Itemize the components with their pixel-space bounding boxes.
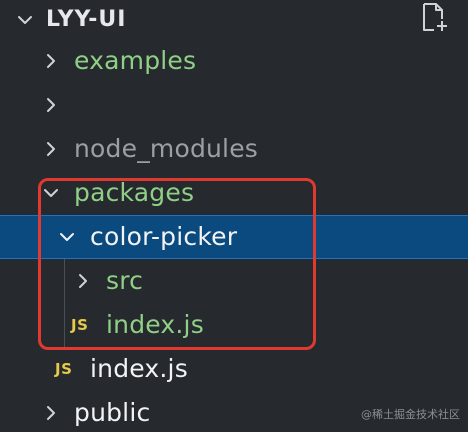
tree-item-label: index.js (90, 354, 188, 383)
tree-item-examples[interactable]: examples (0, 39, 468, 83)
file-explorer: LYY-UI examples node_modules packages co… (0, 0, 468, 432)
explorer-root-title: LYY-UI (46, 7, 127, 32)
chevron-right-icon (40, 94, 62, 116)
chevron-right-icon (40, 50, 62, 72)
explorer-root-row[interactable]: LYY-UI (0, 0, 468, 40)
chevron-down-icon[interactable] (14, 9, 36, 31)
tree-item-node-modules[interactable]: node_modules (0, 127, 468, 171)
new-file-button[interactable] (418, 2, 452, 36)
new-file-icon (420, 1, 450, 37)
tree-item-label: examples (74, 46, 197, 75)
tree-item-unnamed[interactable] (0, 83, 468, 127)
chevron-right-icon (40, 138, 62, 160)
tree-item-label: node_modules (74, 134, 259, 163)
tree-item-packages-index-js[interactable]: JS index.js (0, 347, 468, 391)
highlight-annotation-box (38, 178, 316, 350)
chevron-right-icon (40, 402, 62, 424)
watermark-text: @稀土掘金技术社区 (361, 408, 460, 421)
js-file-icon: JS (55, 360, 73, 378)
watermark: @稀土掘金技术社区 (361, 406, 460, 422)
tree-item-label: public (74, 398, 151, 427)
